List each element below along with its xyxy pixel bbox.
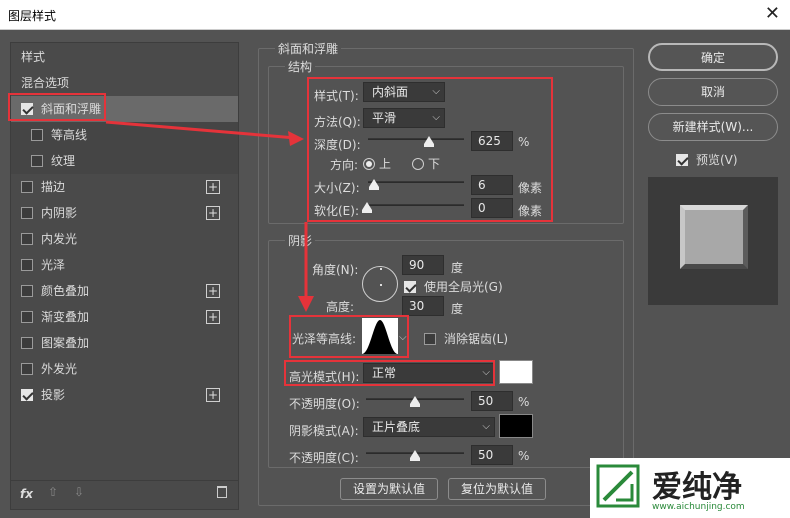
watermark-url: www.aichunjing.com xyxy=(652,502,745,512)
cancel-button[interactable]: 取消 xyxy=(648,78,778,106)
watermark-brand: 爱纯净 xyxy=(652,470,742,505)
new-style-button[interactable]: 新建样式(W)... xyxy=(648,113,778,141)
watermark: 爱纯净 www.aichunjing.com xyxy=(590,458,790,518)
ok-button[interactable]: 确定 xyxy=(648,43,778,71)
preview-checkbox[interactable]: 预览(V) xyxy=(676,151,738,168)
checkbox-on-icon[interactable] xyxy=(676,153,688,166)
watermark-logo-icon xyxy=(596,464,640,508)
preview-thumbnail xyxy=(680,205,748,269)
